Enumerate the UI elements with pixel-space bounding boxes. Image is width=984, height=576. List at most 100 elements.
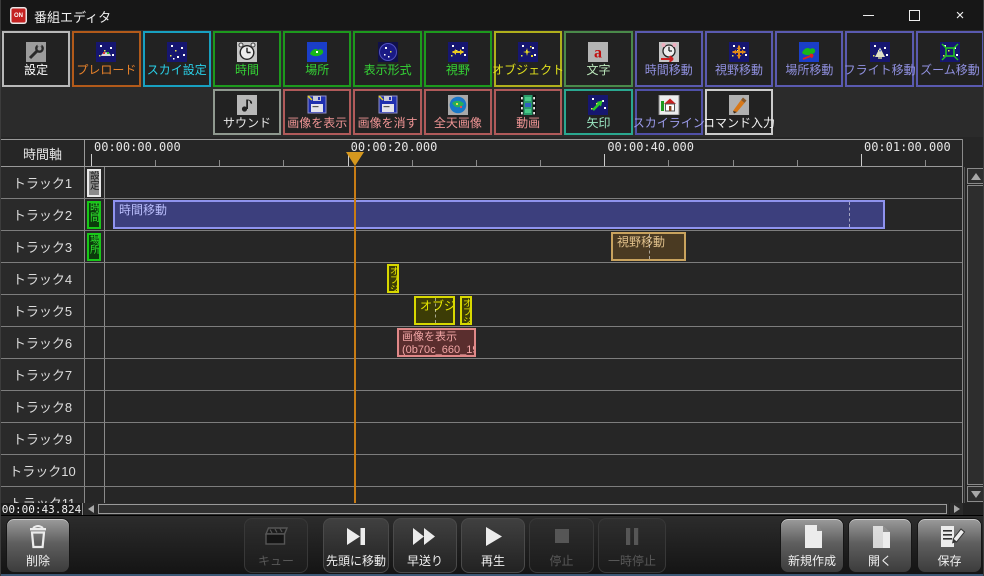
scroll-left-button[interactable] xyxy=(84,503,97,515)
toolbar-button-text[interactable]: a 文字 xyxy=(564,31,632,87)
track-row[interactable]: トラック8 xyxy=(1,391,963,423)
track-mini-item[interactable]: 設定 xyxy=(87,169,101,197)
skyline-icon xyxy=(657,95,681,115)
maximize-button[interactable] xyxy=(891,0,937,30)
horizontal-scrollbar[interactable] xyxy=(97,503,949,515)
track-mini-item[interactable]: 場所 xyxy=(87,233,101,261)
toolbar-button-view-move[interactable]: 視野移動 xyxy=(705,31,773,87)
playhead-marker[interactable] xyxy=(346,152,364,166)
track-row[interactable]: トラック6 xyxy=(1,327,963,359)
timeline-clip[interactable]: オブジェクト xyxy=(414,296,455,325)
transport-button-label: 削除 xyxy=(26,552,50,569)
toolbar-button-time[interactable]: 時間 xyxy=(213,31,281,87)
track-row[interactable]: トラック4 xyxy=(1,263,963,295)
toolbar-button-sound[interactable]: サウンド xyxy=(213,89,281,135)
scroll-up-button[interactable] xyxy=(967,168,984,184)
toolbar-button-settings[interactable]: 設定 xyxy=(2,31,70,87)
toolbar-button-place[interactable]: 場所 xyxy=(283,31,351,87)
ruler-tick xyxy=(668,160,669,166)
play-icon xyxy=(476,523,510,551)
toolbar-button-arrow[interactable]: 矢印 xyxy=(564,89,632,135)
timeline-clip[interactable]: オブジェクト xyxy=(387,264,399,293)
toolbar-button-show-image[interactable]: 画像を表示 xyxy=(283,89,351,135)
toolbar-button-label: スカイライン xyxy=(633,117,705,130)
ruler-tick xyxy=(733,160,734,166)
transport-toolbar: 削除キュー先頭に移動早送り再生停止一時停止新規作成開く保存 xyxy=(1,515,984,576)
ruler-time-label: 00:00:40.000 xyxy=(607,140,694,154)
timeline-ruler[interactable]: 00:00:00.00000:00:20.00000:00:40.00000:0… xyxy=(85,139,963,167)
sound-icon xyxy=(235,95,259,115)
toolbar-button-hide-image[interactable]: 画像を消す xyxy=(353,89,421,135)
zoom-move-icon xyxy=(938,42,962,62)
track-mini-cell xyxy=(85,455,105,486)
track-row[interactable]: トラック9 xyxy=(1,423,963,455)
timeline-clip[interactable]: オブジェクト xyxy=(460,296,472,325)
track-label: トラック9 xyxy=(1,423,85,454)
app-logo-icon: ON xyxy=(10,7,27,24)
track-row[interactable]: トラック3 xyxy=(1,231,963,263)
delete-button[interactable]: 削除 xyxy=(6,518,70,573)
go-to-start-button[interactable]: 先頭に移動 xyxy=(323,518,389,573)
app-window: ON 番組エディタ × 設定プレロードスカイ設定時間場所表示形式視野オブジェクト… xyxy=(0,0,984,576)
horizontal-scrollbar-thumb[interactable] xyxy=(98,504,947,514)
toolbar-button-object[interactable]: オブジェクト xyxy=(494,31,562,87)
save-button[interactable]: 保存 xyxy=(917,518,982,573)
track-row[interactable]: トラック7 xyxy=(1,359,963,391)
ruler-tick xyxy=(861,154,862,166)
track-mini-cell xyxy=(85,359,105,390)
command-input-icon xyxy=(727,95,751,115)
toolbar-button-sky-settings[interactable]: スカイ設定 xyxy=(143,31,211,87)
track-row[interactable]: トラック1 xyxy=(1,167,963,199)
toolbar-button-zoom-move[interactable]: ズーム移動 xyxy=(916,31,984,87)
hide-image-icon xyxy=(376,95,400,115)
text-icon: a xyxy=(586,42,610,62)
track-label: トラック2 xyxy=(1,199,85,230)
toolbar-button-label: 画像を消す xyxy=(358,117,418,130)
toolbar-button-field-of-view[interactable]: 視野 xyxy=(424,31,492,87)
timeline-clip[interactable]: 時間移動 xyxy=(113,200,885,229)
pause-icon xyxy=(615,523,649,551)
track-mini-item[interactable]: 時間 xyxy=(87,201,101,229)
toolbar-button-allsky-image[interactable]: 全天画像 xyxy=(424,89,492,135)
allsky-image-icon xyxy=(446,95,470,115)
fast-forward-button[interactable]: 早送り xyxy=(393,518,457,573)
arrow-up-icon xyxy=(971,173,981,180)
track-label: トラック10 xyxy=(1,455,85,486)
tracks-right-border xyxy=(962,139,963,503)
track-row[interactable]: トラック11 xyxy=(1,487,963,503)
track-mini-cell xyxy=(85,327,105,358)
place-move-icon xyxy=(797,42,821,62)
new-button[interactable]: 新規作成 xyxy=(780,518,844,573)
scroll-down-button[interactable] xyxy=(967,486,984,502)
open-button[interactable]: 開く xyxy=(848,518,912,573)
toolbar-button-preload[interactable]: プレロード xyxy=(72,31,140,87)
vertical-scrollbar-thumb[interactable] xyxy=(967,185,984,485)
playhead-line[interactable] xyxy=(354,166,356,503)
movie-icon xyxy=(516,95,540,115)
track-row[interactable]: トラック5 xyxy=(1,295,963,327)
timeline-clip[interactable]: 画像を表示(0b70c_660_19 xyxy=(397,328,476,357)
minimize-icon xyxy=(863,15,874,16)
transport-button-label: 再生 xyxy=(481,552,505,569)
minimize-button[interactable] xyxy=(845,0,891,30)
track-row[interactable]: トラック10 xyxy=(1,455,963,487)
ruler-tick xyxy=(283,160,284,166)
toolbar-button-place-move[interactable]: 場所移動 xyxy=(775,31,843,87)
new-document-icon xyxy=(795,523,829,551)
toolbar-button-flight-move[interactable]: フライト移動 xyxy=(845,31,913,87)
toolbar-button-display-format[interactable]: 表示形式 xyxy=(353,31,421,87)
toolbar-button-command-input[interactable]: コマンド入力 xyxy=(705,89,773,135)
toolbar-button-time-move[interactable]: 時間移動 xyxy=(635,31,703,87)
close-button[interactable]: × xyxy=(937,0,983,30)
toolbar-button-skyline[interactable]: スカイライン xyxy=(635,89,703,135)
ruler-tick xyxy=(540,160,541,166)
timeline-clip[interactable]: 視野移動 xyxy=(611,232,686,261)
vertical-scrollbar[interactable] xyxy=(964,167,984,503)
scroll-right-button[interactable] xyxy=(950,503,963,515)
toolbar-button-label: 文字 xyxy=(586,64,610,77)
transport-button-label: 一時停止 xyxy=(608,552,656,569)
ruler-tick xyxy=(604,154,605,166)
ruler-tick xyxy=(476,160,477,166)
play-button[interactable]: 再生 xyxy=(461,518,525,573)
toolbar-button-movie[interactable]: 動画 xyxy=(494,89,562,135)
